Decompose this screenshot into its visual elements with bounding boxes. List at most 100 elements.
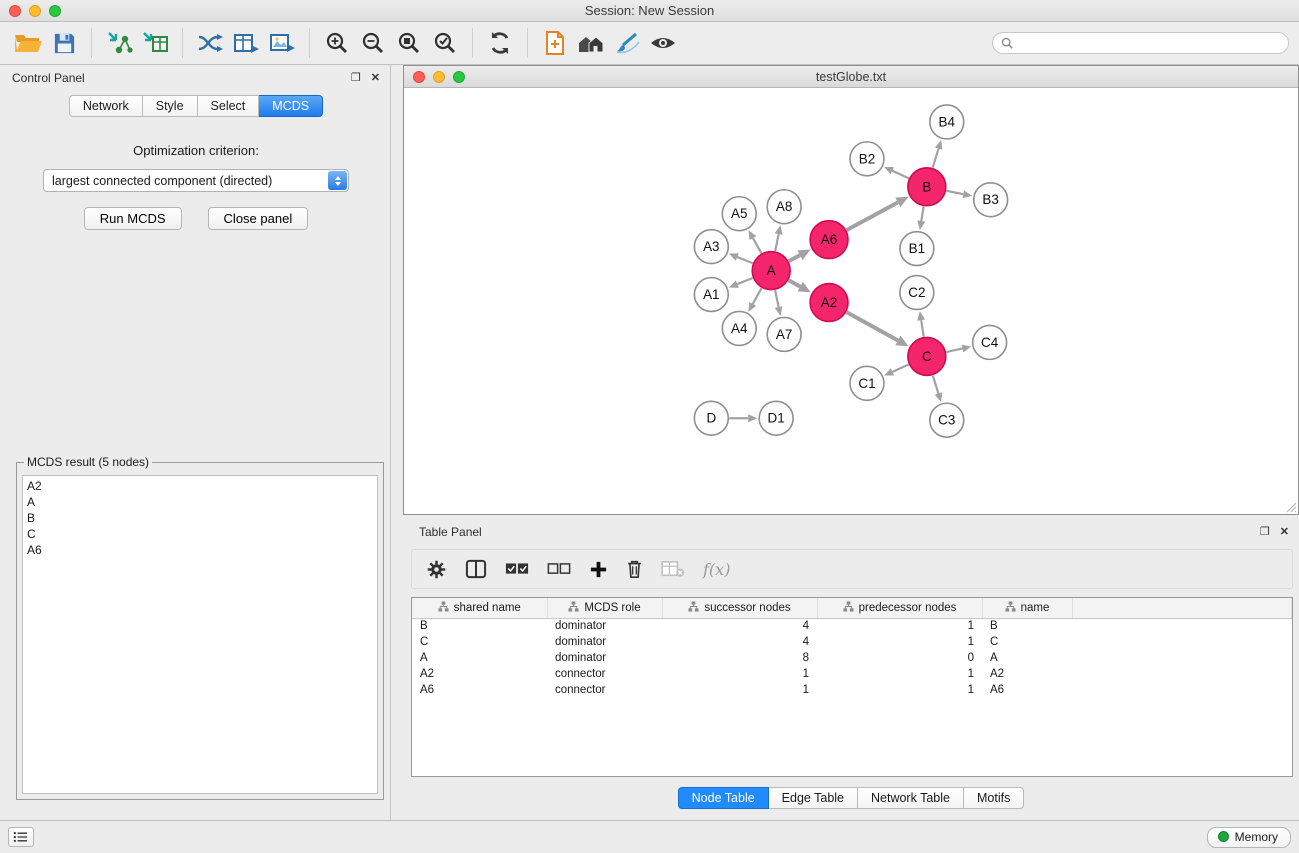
show-hide-eye-icon[interactable] <box>645 25 681 61</box>
table-cell[interactable]: connector <box>547 666 662 682</box>
table-cell[interactable]: 0 <box>817 650 982 666</box>
delete-column-icon[interactable] <box>626 559 643 579</box>
graph-edge[interactable] <box>892 171 908 179</box>
table-cell[interactable]: 1 <box>817 618 982 634</box>
close-table-panel-icon[interactable]: ✕ <box>1280 527 1289 538</box>
column-header[interactable]: MCDS role <box>547 598 662 618</box>
table-cell[interactable]: A6 <box>982 682 1072 698</box>
home-icon[interactable] <box>573 25 609 61</box>
open-folder-icon[interactable] <box>10 25 46 61</box>
table-cell[interactable]: dominator <box>547 618 662 634</box>
zoom-selected-icon[interactable] <box>427 25 463 61</box>
table-cell[interactable]: A6 <box>412 682 547 698</box>
graph-edge[interactable] <box>933 375 939 393</box>
graph-edge[interactable] <box>946 348 962 352</box>
search-input[interactable] <box>1017 36 1280 50</box>
table-cell[interactable]: 8 <box>662 650 817 666</box>
graph-edge[interactable] <box>921 206 923 221</box>
tab-select[interactable]: Select <box>198 95 260 117</box>
graph-edge[interactable] <box>892 365 908 372</box>
memory-button[interactable]: Memory <box>1207 827 1291 848</box>
table-cell[interactable]: 1 <box>662 682 817 698</box>
zoom-fit-icon[interactable] <box>391 25 427 61</box>
graph-edge[interactable] <box>753 288 762 304</box>
table-row[interactable]: A6connector11A6 <box>412 682 1292 698</box>
table-row[interactable]: Adominator80A <box>412 650 1292 666</box>
table-cell[interactable]: A2 <box>412 666 547 682</box>
table-cell[interactable]: 4 <box>662 634 817 650</box>
result-item[interactable]: C <box>27 526 373 542</box>
tab-network-table[interactable]: Network Table <box>858 787 964 809</box>
table-cell[interactable]: 1 <box>662 666 817 682</box>
table-settings-gear-icon[interactable] <box>426 559 447 580</box>
refresh-icon[interactable] <box>482 25 518 61</box>
graph-edge[interactable] <box>753 238 761 253</box>
style-brush-icon[interactable] <box>609 25 645 61</box>
table-cell[interactable]: connector <box>547 682 662 698</box>
tab-mcds[interactable]: MCDS <box>259 95 323 117</box>
table-cell[interactable]: C <box>982 634 1072 650</box>
add-column-icon[interactable] <box>589 560 608 579</box>
import-network-icon[interactable] <box>101 25 137 61</box>
result-item[interactable]: B <box>27 510 373 526</box>
graph-edge[interactable] <box>847 312 898 340</box>
zoom-in-icon[interactable] <box>319 25 355 61</box>
tab-style[interactable]: Style <box>143 95 198 117</box>
table-cell[interactable]: A2 <box>982 666 1072 682</box>
table-row[interactable]: A2connector11A2 <box>412 666 1292 682</box>
column-header[interactable]: shared name <box>412 598 547 618</box>
tab-network[interactable]: Network <box>69 95 143 117</box>
graph-edge[interactable] <box>789 255 800 261</box>
function-builder-icon[interactable]: f(x) <box>703 560 730 579</box>
show-columns-icon[interactable] <box>465 559 487 579</box>
new-network-icon[interactable] <box>192 25 228 61</box>
graph-edge[interactable] <box>737 257 752 263</box>
unselect-all-icon[interactable] <box>547 562 571 576</box>
tab-node-table[interactable]: Node Table <box>678 787 769 809</box>
table-cell[interactable]: B <box>412 618 547 634</box>
table-cell[interactable]: dominator <box>547 650 662 666</box>
table-cell[interactable]: 1 <box>817 682 982 698</box>
table-cell[interactable]: 1 <box>817 634 982 650</box>
table-cell[interactable]: A <box>412 650 547 666</box>
graph-edge[interactable] <box>789 280 801 286</box>
table-cell[interactable]: B <box>982 618 1072 634</box>
table-cell[interactable]: dominator <box>547 634 662 650</box>
import-table-icon[interactable] <box>137 25 173 61</box>
graph-edge[interactable] <box>847 202 898 230</box>
tab-motifs[interactable]: Motifs <box>964 787 1024 809</box>
new-table-icon[interactable] <box>228 25 264 61</box>
close-panel-button[interactable]: Close panel <box>208 207 309 230</box>
table-row[interactable]: Cdominator41C <box>412 634 1292 650</box>
mcds-result-list[interactable]: A2ABCA6 <box>22 475 378 794</box>
column-header[interactable]: name <box>982 598 1072 618</box>
search-box[interactable] <box>992 32 1289 54</box>
table-cell[interactable]: 4 <box>662 618 817 634</box>
open-document-icon[interactable] <box>537 25 573 61</box>
export-image-icon[interactable] <box>264 25 300 61</box>
graph-edge[interactable] <box>775 234 778 251</box>
graph-edge[interactable] <box>921 320 924 337</box>
select-all-icon[interactable] <box>505 562 529 576</box>
table-row[interactable]: Bdominator41B <box>412 618 1292 634</box>
network-canvas[interactable]: B4B2BB3A5A8A6B1A3AC2A1A2A4A7C4CC1C3DD1 <box>404 88 1298 514</box>
close-panel-icon[interactable]: ✕ <box>371 73 380 84</box>
resize-grip[interactable] <box>1285 501 1297 513</box>
float-table-panel-icon[interactable]: ❐ <box>1260 527 1270 538</box>
run-mcds-button[interactable]: Run MCDS <box>84 207 182 230</box>
zoom-out-icon[interactable] <box>355 25 391 61</box>
tab-edge-table[interactable]: Edge Table <box>769 787 858 809</box>
optimization-dropdown[interactable]: largest connected component (directed) <box>43 169 349 192</box>
table-cell[interactable]: 1 <box>817 666 982 682</box>
graph-edge[interactable] <box>737 278 752 284</box>
delete-table-icon[interactable] <box>661 560 685 578</box>
task-history-icon[interactable] <box>8 827 34 847</box>
graph-edge[interactable] <box>946 191 963 194</box>
graph-edge[interactable] <box>775 290 778 307</box>
table-cell[interactable]: A <box>982 650 1072 666</box>
column-header[interactable]: predecessor nodes <box>817 598 982 618</box>
result-item[interactable]: A2 <box>27 478 373 494</box>
column-header[interactable]: successor nodes <box>662 598 817 618</box>
float-panel-icon[interactable]: ❐ <box>351 73 361 84</box>
result-item[interactable]: A6 <box>27 542 373 558</box>
